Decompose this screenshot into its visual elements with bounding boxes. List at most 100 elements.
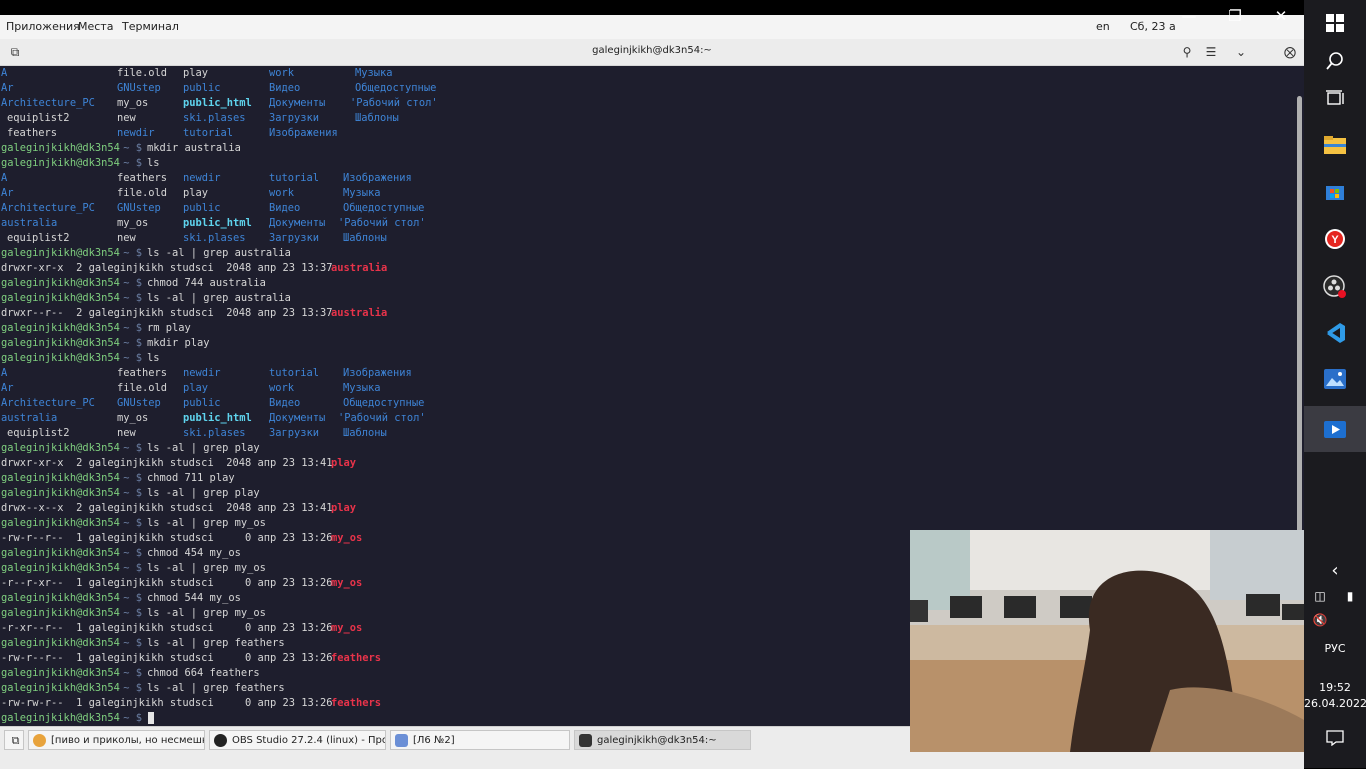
prompt-suffix: ~ $: [117, 322, 149, 334]
command-text: ls: [147, 157, 160, 169]
directory-entry: Загрузки: [269, 427, 320, 439]
keyboard-layout-indicator[interactable]: en: [1096, 20, 1110, 34]
obs-taskbar-button[interactable]: [1304, 264, 1366, 310]
command-text: ls -al | grep australia: [147, 292, 291, 304]
prompt-suffix: ~ $: [117, 562, 149, 574]
task-document[interactable]: [Л6 №2]: [390, 730, 570, 750]
directory-entry: Шаблоны: [343, 427, 387, 439]
directory-entry: Шаблоны: [343, 232, 387, 244]
obs-icon: [1323, 275, 1346, 298]
command-text: ls -al | grep play: [147, 487, 260, 499]
prompt-suffix: ~ $: [117, 637, 149, 649]
directory-entry: Видео: [269, 202, 301, 214]
minimize-button[interactable]: —: [1166, 0, 1212, 32]
directory-entry: A: [1, 367, 8, 379]
directory-entry: Видео: [269, 397, 301, 409]
directory-entry: australia: [1, 217, 58, 229]
task-label: galeginjkikh@dk3n54:~: [597, 735, 717, 746]
prompt-suffix: ~ $: [117, 547, 149, 559]
directory-entry: Изображения: [269, 127, 338, 139]
restore-button[interactable]: ❐: [1212, 0, 1258, 32]
prompt-suffix: ~ $: [117, 607, 149, 619]
highlighted-filename: play: [331, 502, 357, 514]
directory-entry: newdir: [183, 367, 221, 379]
prompt-suffix: ~ $: [117, 247, 149, 259]
webcam-overlay: [910, 530, 1304, 752]
directory-entry: ski.plases: [183, 232, 246, 244]
command-text: ls -al | grep my_os: [147, 517, 266, 529]
prompt-user: galeginjkikh@dk3n54: [1, 547, 120, 559]
prompt-user: galeginjkikh@dk3n54: [1, 682, 120, 694]
prompt-user: galeginjkikh@dk3n54: [1, 562, 120, 574]
prompt-suffix: ~ $: [117, 442, 149, 454]
directory-entry: australia: [1, 412, 58, 424]
vscode-button[interactable]: [1304, 310, 1366, 356]
terminal-menu[interactable]: Терминал: [122, 20, 179, 34]
applications-menu[interactable]: Приложения: [6, 20, 80, 34]
prompt-suffix: ~ $: [117, 517, 149, 529]
places-menu[interactable]: Места: [78, 20, 113, 34]
video-editor-icon: [1324, 421, 1346, 438]
command-text: rm play: [147, 322, 191, 334]
link-entry: public_html: [183, 97, 252, 109]
directory-entry: A: [1, 67, 8, 79]
notification-icon: [1326, 730, 1344, 746]
directory-entry: Ar: [1, 382, 14, 394]
video-editor-button[interactable]: [1304, 406, 1366, 452]
directory-entry: Музыка: [355, 67, 393, 79]
directory-entry: newdir: [117, 127, 155, 139]
command-text: ls -al | grep my_os: [147, 607, 266, 619]
gnome-top-bar: Приложения Места Терминал en Сб, 23 а — …: [0, 0, 1304, 39]
file-entry: file.old: [117, 382, 168, 394]
prompt-user: galeginjkikh@dk3n54: [1, 442, 120, 454]
directory-entry: Architecture_PC: [1, 97, 95, 109]
directory-entry: public: [183, 82, 221, 94]
tray-date[interactable]: 26.04.2022: [1304, 697, 1366, 710]
notifications-button[interactable]: [1304, 714, 1366, 762]
yandex-browser-button[interactable]: Y: [1304, 216, 1366, 262]
task-label: OBS Studio 27.2.4 (linux) - Профи...: [232, 735, 385, 746]
volume-button[interactable]: 🔇: [1304, 602, 1336, 638]
store-button[interactable]: [1304, 168, 1366, 214]
task-terminal[interactable]: galeginjkikh@dk3n54:~: [574, 730, 751, 750]
dropdown-button[interactable]: ⌄: [1232, 43, 1250, 61]
task-obs[interactable]: OBS Studio 27.2.4 (linux) - Профи...: [209, 730, 386, 750]
scrollbar-thumb[interactable]: [1297, 96, 1302, 556]
battery-status[interactable]: ▮: [1334, 578, 1366, 614]
prompt-user: galeginjkikh@dk3n54: [1, 592, 120, 604]
prompt-suffix: ~ $: [117, 712, 149, 724]
file-entry: feathers: [7, 127, 58, 139]
photos-button[interactable]: [1304, 356, 1366, 402]
directory-entry: Ar: [1, 82, 14, 94]
file-explorer-button[interactable]: [1304, 122, 1366, 168]
directory-entry: GNUstep: [117, 82, 161, 94]
directory-entry: Музыка: [343, 382, 381, 394]
highlighted-filename: australia: [331, 307, 388, 319]
search-button[interactable]: ⚲: [1178, 43, 1196, 61]
terminal-header-bar: ⧉ galeginjkikh@dk3n54:~ ⚲ ☰ ⌄ ⨂: [0, 39, 1304, 66]
file-entry: new: [117, 112, 136, 124]
task-view-button[interactable]: [1304, 76, 1366, 122]
windows-logo-icon: [1326, 14, 1344, 32]
terminal-close-button[interactable]: ⨂: [1281, 43, 1299, 61]
directory-entry: Документы: [269, 217, 326, 229]
file-entry: my_os: [117, 217, 149, 229]
directory-entry: Architecture_PC: [1, 397, 95, 409]
menu-button[interactable]: ☰: [1202, 43, 1220, 61]
directory-entry: Шаблоны: [355, 112, 399, 124]
directory-entry: Музыка: [343, 187, 381, 199]
directory-entry: 'Рабочий стол': [350, 97, 438, 109]
show-desktop-button[interactable]: ⧉: [4, 730, 24, 750]
close-icon: ✕: [1274, 7, 1288, 25]
file-entry: play: [183, 67, 209, 79]
command-text: ls -al | grep feathers: [147, 637, 285, 649]
file-entry: -rw-r--r-- 1 galeginjkikh studsci 0 апр …: [1, 532, 339, 544]
prompt-user: galeginjkikh@dk3n54: [1, 487, 120, 499]
tray-time[interactable]: 19:52: [1304, 681, 1366, 694]
task-chrome[interactable]: [пиво и приколы, но несмешны...: [28, 730, 205, 750]
close-button[interactable]: ✕: [1258, 0, 1304, 32]
minimize-icon: —: [1181, 7, 1197, 25]
restore-icon: ❐: [1228, 7, 1242, 25]
language-indicator[interactable]: РУС: [1304, 642, 1366, 655]
directory-entry: 'Рабочий стол': [338, 412, 426, 424]
